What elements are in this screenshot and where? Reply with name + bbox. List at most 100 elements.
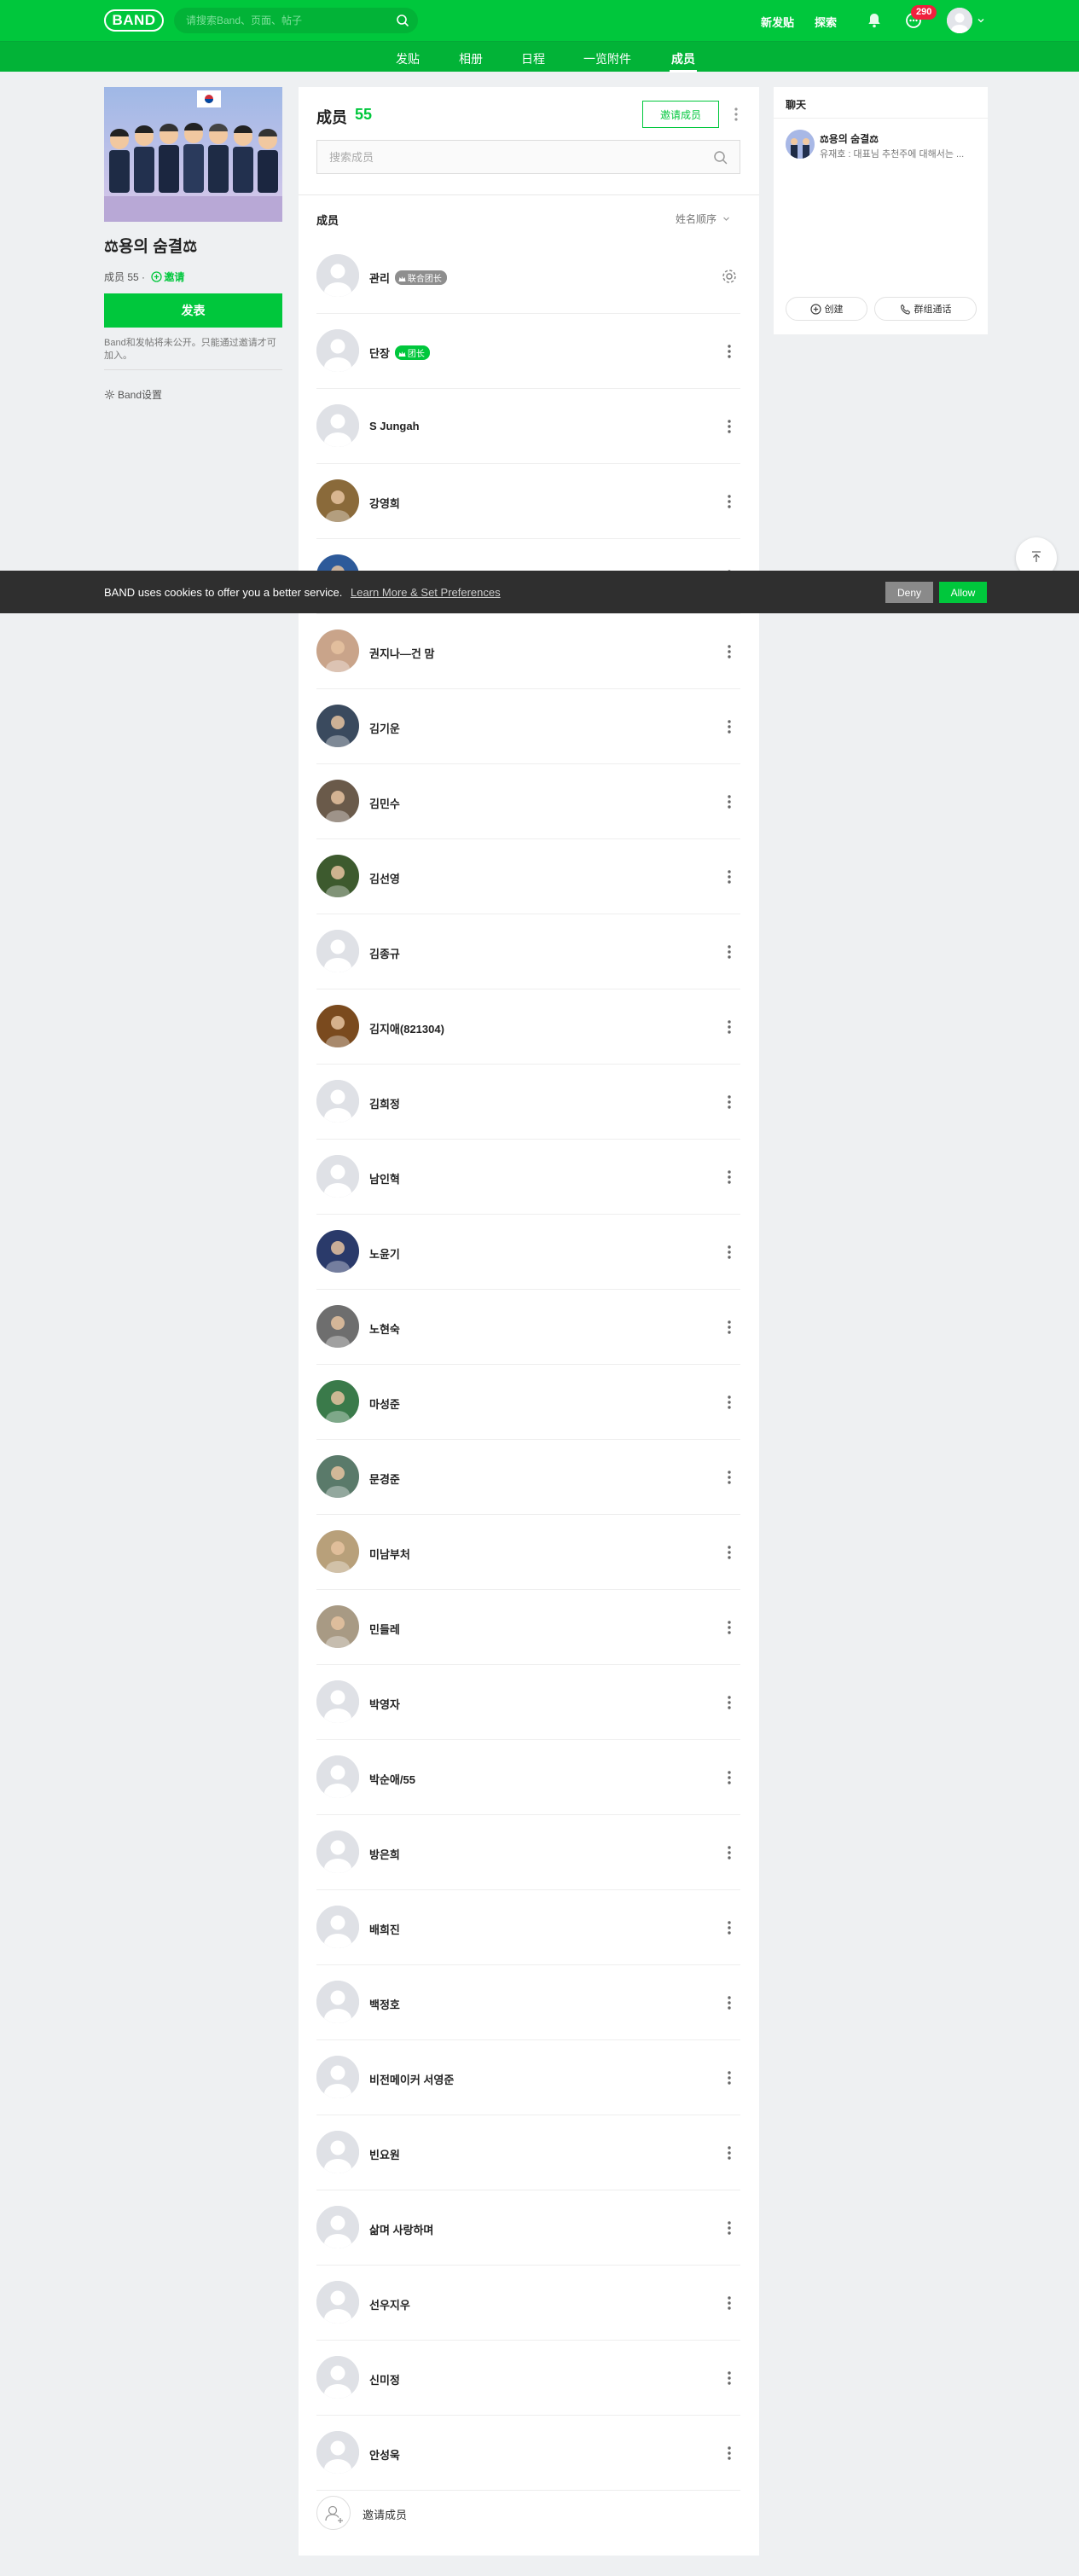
more-icon[interactable] bbox=[720, 1993, 739, 2013]
member-name-cell[interactable]: 김종규 bbox=[369, 945, 400, 961]
member-name-cell[interactable]: 미남부처 bbox=[369, 1546, 410, 1562]
member-avatar[interactable] bbox=[316, 404, 359, 447]
allow-cookies-button[interactable]: Allow bbox=[939, 582, 987, 603]
member-name-cell[interactable]: 방은희 bbox=[369, 1846, 400, 1862]
member-row[interactable]: 권지나—건 맘 bbox=[316, 614, 740, 689]
band-logo[interactable]: BAND bbox=[104, 9, 164, 32]
bell-icon[interactable] bbox=[864, 10, 885, 31]
member-row[interactable]: 관리 联合团长 bbox=[316, 239, 740, 314]
more-icon[interactable] bbox=[720, 1467, 739, 1488]
deny-cookies-button[interactable]: Deny bbox=[885, 582, 933, 603]
member-name-cell[interactable]: 안성욱 bbox=[369, 2446, 400, 2463]
member-avatar[interactable] bbox=[316, 1755, 359, 1798]
member-row[interactable]: 비전메이커 서영준 bbox=[316, 2040, 740, 2115]
write-post-button[interactable]: 发表 bbox=[104, 293, 282, 328]
chat-room-avatar[interactable] bbox=[786, 130, 815, 159]
more-icon[interactable] bbox=[720, 1917, 739, 1938]
more-icon[interactable] bbox=[720, 1542, 739, 1563]
member-avatar[interactable] bbox=[316, 930, 359, 972]
invite-members-button[interactable]: 邀请成员 bbox=[642, 101, 719, 128]
more-icon[interactable] bbox=[720, 491, 739, 512]
member-name-cell[interactable]: 박순애/55 bbox=[369, 1771, 415, 1787]
search-icon[interactable] bbox=[396, 14, 409, 27]
more-vertical-icon[interactable] bbox=[729, 106, 743, 123]
member-avatar[interactable] bbox=[316, 479, 359, 522]
member-name-cell[interactable]: 백정호 bbox=[369, 1996, 400, 2012]
member-row[interactable]: 단장 团长 bbox=[316, 314, 740, 389]
band-cover-image[interactable] bbox=[104, 87, 282, 222]
member-avatar[interactable] bbox=[316, 1305, 359, 1348]
member-avatar[interactable] bbox=[316, 1155, 359, 1198]
member-avatar[interactable] bbox=[316, 1455, 359, 1498]
member-avatar[interactable] bbox=[316, 254, 359, 297]
member-row[interactable]: 신미정 bbox=[316, 2341, 740, 2416]
member-avatar[interactable] bbox=[316, 2056, 359, 2098]
member-name-cell[interactable]: 단장 团长 bbox=[369, 345, 430, 361]
member-row[interactable]: 김지애(821304) bbox=[316, 989, 740, 1065]
member-name-cell[interactable]: 배희진 bbox=[369, 1921, 400, 1937]
member-name-cell[interactable]: 노현숙 bbox=[369, 1320, 400, 1337]
member-avatar[interactable] bbox=[316, 629, 359, 672]
chevron-down-icon[interactable] bbox=[977, 17, 984, 24]
more-icon[interactable] bbox=[720, 792, 739, 812]
member-name-cell[interactable]: 김기운 bbox=[369, 720, 400, 736]
member-name-cell[interactable]: 김민수 bbox=[369, 795, 400, 811]
member-name-cell[interactable]: 빈요원 bbox=[369, 2146, 400, 2162]
member-row[interactable]: 김기운 bbox=[316, 689, 740, 764]
more-icon[interactable] bbox=[720, 1092, 739, 1112]
more-icon[interactable] bbox=[720, 641, 739, 662]
member-row[interactable]: 김희정 bbox=[316, 1065, 740, 1140]
member-name-cell[interactable]: 김지애(821304) bbox=[369, 1020, 444, 1036]
member-name-cell[interactable]: 남인혁 bbox=[369, 1170, 400, 1186]
member-name-cell[interactable]: S Jungah bbox=[369, 420, 420, 432]
member-row[interactable]: 빈요원 bbox=[316, 2115, 740, 2190]
member-avatar[interactable] bbox=[316, 2356, 359, 2399]
member-row[interactable]: 배희진 bbox=[316, 1890, 740, 1965]
band-settings-link[interactable]: Band设置 bbox=[104, 387, 162, 402]
tab-album[interactable]: 相册 bbox=[459, 50, 483, 67]
member-name-cell[interactable]: 김선영 bbox=[369, 870, 400, 886]
member-avatar[interactable] bbox=[316, 780, 359, 822]
more-icon[interactable] bbox=[720, 2368, 739, 2388]
member-row[interactable]: 김선영 bbox=[316, 839, 740, 914]
member-name-cell[interactable]: 문경준 bbox=[369, 1471, 400, 1487]
member-name-cell[interactable]: 비전메이커 서영준 bbox=[369, 2071, 454, 2087]
more-icon[interactable] bbox=[720, 1167, 739, 1187]
more-icon[interactable] bbox=[720, 2443, 739, 2463]
global-search-input[interactable] bbox=[186, 8, 382, 33]
member-row[interactable]: S Jungah bbox=[316, 389, 740, 464]
member-name-cell[interactable]: 마성준 bbox=[369, 1395, 400, 1412]
member-row[interactable]: 박순애/55 bbox=[316, 1740, 740, 1815]
member-row[interactable]: 마성준 bbox=[316, 1365, 740, 1440]
chat-last-message[interactable]: 유재호 : 대표님 추천주에 대해서는 ... bbox=[820, 147, 982, 160]
member-row[interactable]: 삶며 사랑하며 bbox=[316, 2190, 740, 2266]
chat-room-name[interactable]: ⚖용의 숨결⚖ bbox=[820, 131, 879, 146]
member-name-cell[interactable]: 김희정 bbox=[369, 1095, 400, 1111]
member-name-cell[interactable]: 관리 联合团长 bbox=[369, 270, 447, 286]
member-row[interactable]: 노윤기 bbox=[316, 1215, 740, 1290]
member-avatar[interactable] bbox=[316, 1530, 359, 1573]
more-icon[interactable] bbox=[720, 1767, 739, 1788]
member-row[interactable]: 민들레 bbox=[316, 1590, 740, 1665]
member-row[interactable]: 노현숙 bbox=[316, 1290, 740, 1365]
cookie-preferences-link[interactable]: Learn More & Set Preferences bbox=[351, 586, 501, 599]
member-avatar[interactable] bbox=[316, 2131, 359, 2173]
member-avatar[interactable] bbox=[316, 855, 359, 897]
member-name-cell[interactable]: 박영자 bbox=[369, 1696, 400, 1712]
more-icon[interactable] bbox=[720, 867, 739, 887]
member-row[interactable]: 김민수 bbox=[316, 764, 740, 839]
member-name-cell[interactable]: 삶며 사랑하며 bbox=[369, 2221, 433, 2237]
band-invite-link[interactable]: 邀请 bbox=[148, 271, 184, 283]
profile-avatar[interactable] bbox=[947, 8, 972, 33]
member-row[interactable]: 남인혁 bbox=[316, 1140, 740, 1215]
member-avatar[interactable] bbox=[316, 2206, 359, 2248]
more-icon[interactable] bbox=[720, 341, 739, 362]
more-icon[interactable] bbox=[720, 1242, 739, 1262]
more-icon[interactable] bbox=[720, 2143, 739, 2163]
member-row[interactable]: 선우지우 bbox=[316, 2266, 740, 2341]
explore-link[interactable]: 探索 bbox=[815, 14, 837, 30]
member-row[interactable]: 문경준 bbox=[316, 1440, 740, 1515]
member-avatar[interactable] bbox=[316, 1981, 359, 2023]
member-avatar[interactable] bbox=[316, 1080, 359, 1123]
more-icon[interactable] bbox=[720, 416, 739, 437]
